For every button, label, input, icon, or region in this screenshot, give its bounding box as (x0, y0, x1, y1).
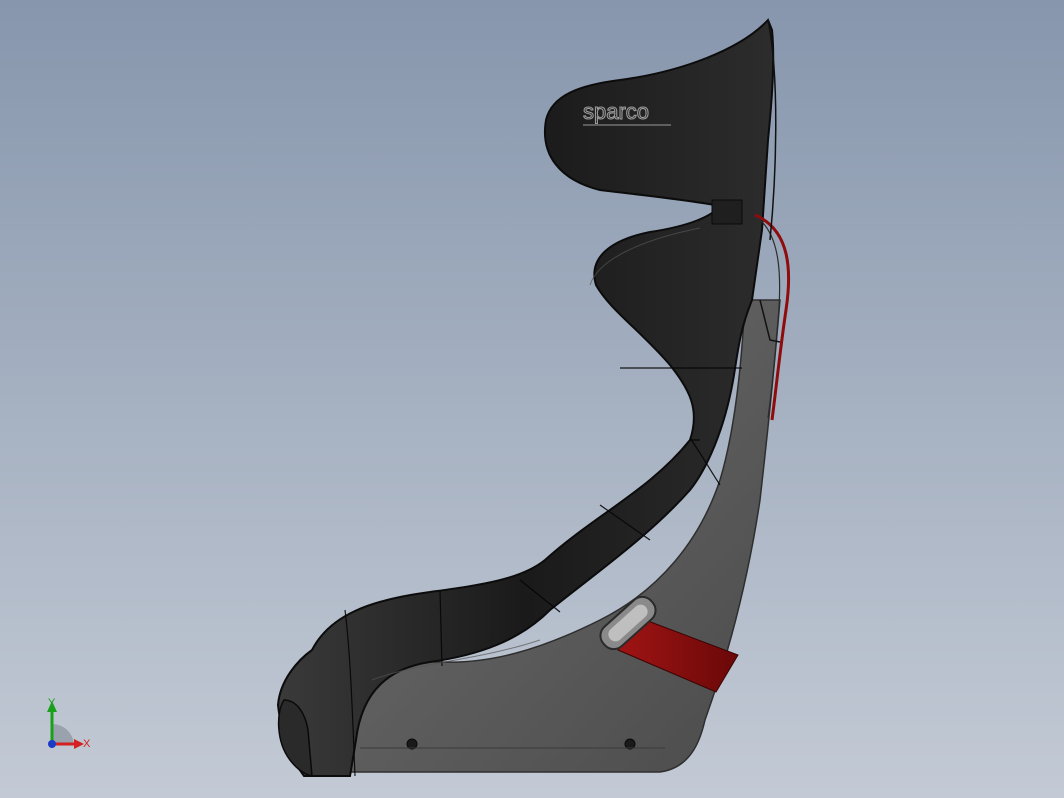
triad-x-label: X (83, 738, 91, 750)
graphics-viewport[interactable]: sparco Y X (0, 0, 1064, 798)
coordinate-triad-icon: Y X (47, 697, 91, 750)
sparco-logo: sparco (583, 99, 649, 124)
racing-seat-model[interactable]: sparco (0, 0, 1064, 798)
shoulder-block (711, 199, 743, 225)
triad-y-label: Y (48, 697, 56, 709)
triad-shadow (52, 723, 74, 744)
triad-z-axis (48, 740, 56, 748)
